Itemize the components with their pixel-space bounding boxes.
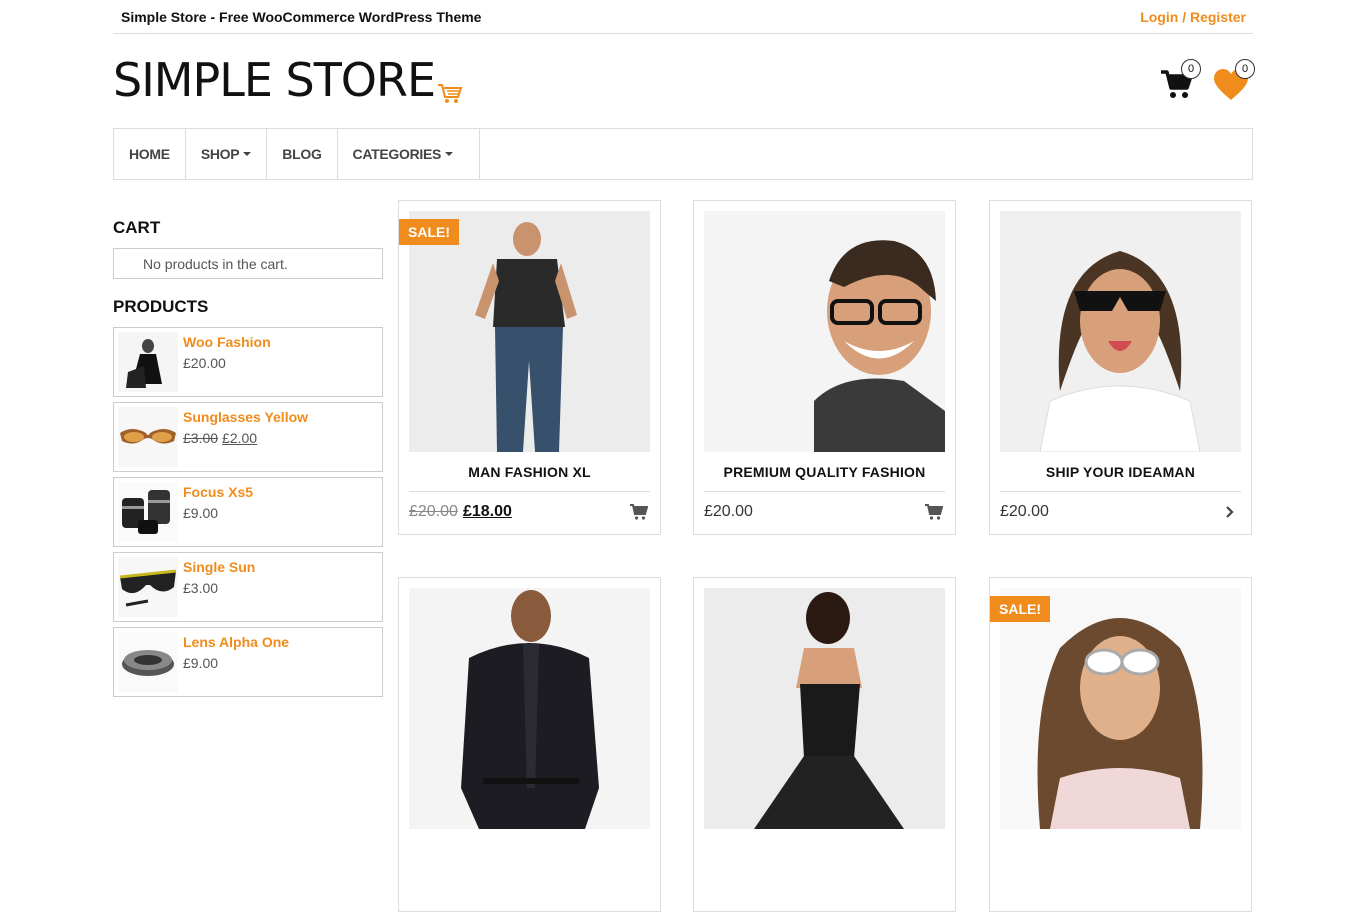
cart-widget-title: CART bbox=[113, 218, 161, 237]
product-price: £3.00 £2.00 bbox=[183, 430, 257, 446]
product-name-link[interactable]: Woo Fashion bbox=[183, 334, 271, 350]
divider bbox=[409, 491, 650, 492]
main-navigation: HOME SHOP BLOG CATEGORIES bbox=[113, 128, 1253, 180]
product-name-link[interactable]: Focus Xs5 bbox=[183, 484, 253, 500]
divider bbox=[1000, 491, 1241, 492]
nav-categories-label: CATEGORIES bbox=[352, 146, 442, 162]
product-thumbnail bbox=[118, 482, 178, 542]
product-name-link[interactable]: Single Sun bbox=[183, 559, 255, 575]
product-thumbnail bbox=[118, 557, 178, 617]
header-icons: 0 0 bbox=[1159, 59, 1255, 100]
product-card[interactable]: PREMIUM QUALITY FASHION £20.00 bbox=[693, 200, 956, 535]
page-container: Simple Store - Free WooCommerce WordPres… bbox=[113, 0, 1255, 180]
cart-count-badge: 0 bbox=[1181, 59, 1201, 79]
product-image[interactable] bbox=[1000, 211, 1241, 452]
site-logo[interactable]: SIMPLE STORE bbox=[113, 54, 463, 106]
sale-badge: SALE! bbox=[990, 596, 1050, 622]
price-value: £9.00 bbox=[183, 505, 219, 521]
price-value: £2.00 bbox=[222, 430, 258, 446]
chevron-right-icon[interactable] bbox=[1221, 503, 1239, 521]
nav-blog-label: BLOG bbox=[282, 146, 322, 162]
list-item[interactable]: Lens Alpha One £9.00 bbox=[113, 627, 383, 697]
product-price: £9.00 bbox=[183, 505, 218, 521]
product-price: £20.00 £18.00 bbox=[409, 503, 512, 521]
product-price: £20.00 bbox=[704, 503, 753, 521]
nav-shop[interactable]: SHOP bbox=[186, 129, 268, 179]
product-price: £20.00 bbox=[1000, 503, 1049, 521]
product-thumbnail bbox=[118, 632, 178, 692]
sidebar: CART No products in the cart. PRODUCTS W… bbox=[113, 200, 383, 702]
nav-home[interactable]: HOME bbox=[114, 129, 186, 179]
price-value: £9.00 bbox=[183, 655, 219, 671]
price-value: £20.00 bbox=[183, 355, 226, 371]
logo-text: SIMPLE STORE bbox=[113, 53, 436, 107]
product-card[interactable]: SALE! MAN FASHION XL £20.00 £18.00 bbox=[398, 200, 661, 535]
cart-empty-message: No products in the cart. bbox=[113, 248, 383, 279]
site-header: SIMPLE STORE 0 0 bbox=[113, 34, 1255, 128]
nav-shop-label: SHOP bbox=[200, 146, 240, 162]
add-to-cart-icon[interactable] bbox=[630, 503, 648, 521]
products-widget-title: PRODUCTS bbox=[113, 297, 209, 316]
divider bbox=[704, 491, 945, 492]
wishlist-count-badge: 0 bbox=[1235, 59, 1255, 79]
logo-cart-icon bbox=[438, 84, 463, 103]
list-item[interactable]: Single Sun £3.00 bbox=[113, 552, 383, 622]
top-bar: Simple Store - Free WooCommerce WordPres… bbox=[113, 0, 1253, 34]
caret-down-icon bbox=[445, 152, 454, 156]
product-title[interactable]: PREMIUM QUALITY FASHION bbox=[704, 464, 945, 480]
product-thumbnail bbox=[118, 332, 178, 392]
list-item[interactable]: Woo Fashion £20.00 bbox=[113, 327, 383, 397]
sale-price: £18.00 bbox=[462, 503, 512, 520]
product-card[interactable]: SHIP YOUR IDEAMAN £20.00 bbox=[989, 200, 1252, 535]
product-price: £9.00 bbox=[183, 655, 218, 671]
sale-badge: SALE! bbox=[399, 219, 459, 245]
nav-blog[interactable]: BLOG bbox=[267, 129, 338, 179]
nav-home-label: HOME bbox=[129, 146, 170, 162]
product-card[interactable] bbox=[693, 577, 956, 912]
login-register-link[interactable]: Login / Register bbox=[1140, 9, 1246, 25]
add-to-cart-icon[interactable] bbox=[925, 503, 943, 521]
product-card[interactable] bbox=[398, 577, 661, 912]
nav-categories[interactable]: CATEGORIES bbox=[338, 129, 481, 179]
product-image[interactable] bbox=[704, 211, 945, 452]
caret-down-icon bbox=[243, 152, 252, 156]
product-name-link[interactable]: Lens Alpha One bbox=[183, 634, 289, 650]
product-title[interactable]: SHIP YOUR IDEAMAN bbox=[1000, 464, 1241, 480]
price-value: £3.00 bbox=[183, 580, 219, 596]
products-list: Woo Fashion £20.00 Sunglasses Yellow £3.… bbox=[113, 327, 383, 697]
product-image[interactable] bbox=[1000, 588, 1241, 829]
product-image[interactable] bbox=[409, 588, 650, 829]
product-image[interactable] bbox=[409, 211, 650, 452]
product-card[interactable]: SALE! bbox=[989, 577, 1252, 912]
product-title[interactable]: MAN FASHION XL bbox=[409, 464, 650, 480]
product-price: £3.00 bbox=[183, 580, 218, 596]
list-item[interactable]: Sunglasses Yellow £3.00 £2.00 bbox=[113, 402, 383, 472]
product-name-link[interactable]: Sunglasses Yellow bbox=[183, 409, 308, 425]
product-thumbnail bbox=[118, 407, 178, 467]
product-price: £20.00 bbox=[183, 355, 226, 371]
price-value: £20.00 bbox=[1000, 503, 1049, 520]
old-price: £20.00 bbox=[409, 503, 458, 520]
header-wishlist-button[interactable]: 0 bbox=[1213, 59, 1255, 100]
header-cart-button[interactable]: 0 bbox=[1159, 59, 1201, 100]
site-tagline: Simple Store - Free WooCommerce WordPres… bbox=[121, 8, 482, 25]
price-value: £20.00 bbox=[704, 503, 753, 520]
list-item[interactable]: Focus Xs5 £9.00 bbox=[113, 477, 383, 547]
product-image[interactable] bbox=[704, 588, 945, 829]
old-price: £3.00 bbox=[183, 430, 219, 446]
